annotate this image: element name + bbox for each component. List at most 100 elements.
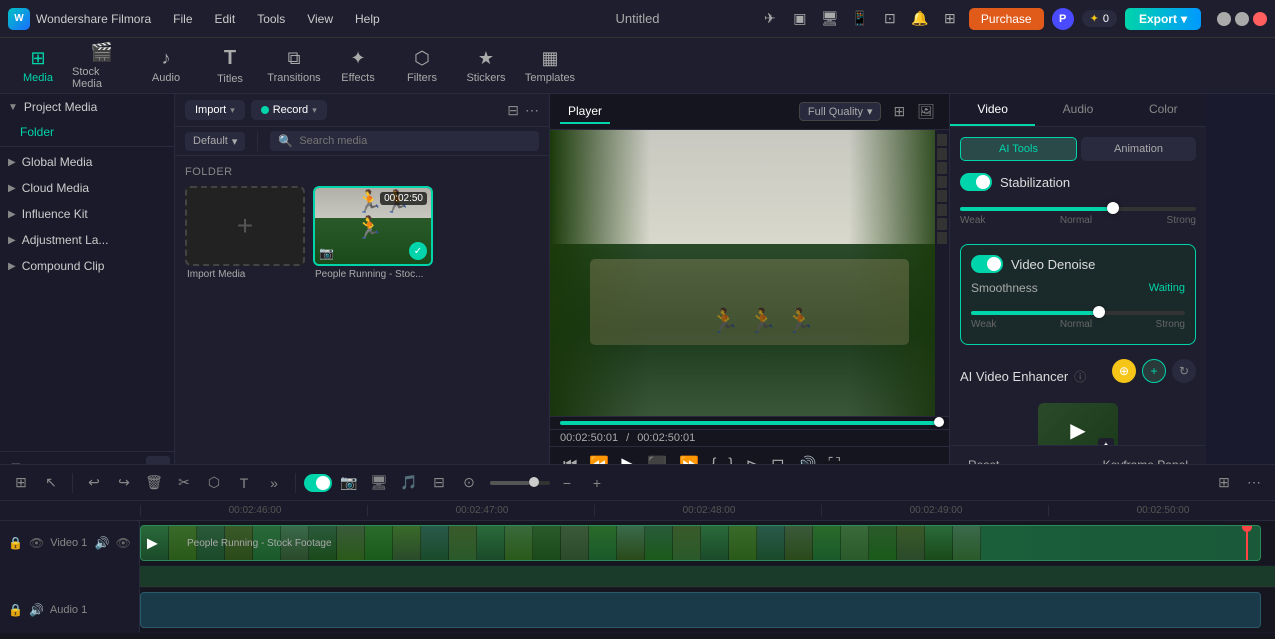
tl-minus-btn[interactable]: −: [554, 470, 580, 496]
tl-motion-btn[interactable]: ⬡: [201, 470, 227, 496]
maximize-button[interactable]: [1235, 12, 1249, 26]
menu-tools[interactable]: Tools: [247, 8, 295, 30]
import-button[interactable]: Import ▾: [185, 100, 245, 120]
export-button[interactable]: Export ▾: [1125, 8, 1201, 30]
toolbar-titles[interactable]: T Titles: [200, 41, 260, 91]
toolbar-effects[interactable]: ✦ Effects: [328, 41, 388, 91]
section-global-media[interactable]: ▶ Global Media: [0, 149, 174, 175]
main-layout: ▼ Project Media Folder ▶ Global Media ▶ …: [0, 94, 1275, 484]
record-button[interactable]: Record ▾: [251, 100, 327, 120]
enhance-icon: ✦: [1098, 438, 1114, 445]
send-icon[interactable]: ✈: [759, 8, 781, 30]
tab-color[interactable]: Color: [1121, 94, 1206, 126]
purchase-button[interactable]: Purchase: [969, 8, 1044, 30]
tl-cursor-btn[interactable]: ↖: [38, 470, 64, 496]
tl-grid-btn[interactable]: ⊞: [8, 470, 34, 496]
section-compound[interactable]: ▶ Compound Clip: [0, 253, 174, 279]
slider-thumb[interactable]: [1093, 306, 1105, 318]
tl-redo-btn[interactable]: ↪: [111, 470, 137, 496]
toolbar-filters[interactable]: ⬡ Filters: [392, 41, 452, 91]
search-input[interactable]: [299, 135, 531, 147]
progress-bar[interactable]: [560, 421, 939, 425]
video-clip[interactable]: ▶: [140, 525, 1261, 561]
slider-track[interactable]: [971, 311, 1185, 315]
tl-undo-btn[interactable]: ↩: [81, 470, 107, 496]
denoise-toggle[interactable]: [971, 255, 1003, 273]
tl-toggle[interactable]: [304, 474, 332, 492]
stabilization-toggle[interactable]: [960, 173, 992, 191]
enhance-plus-btn[interactable]: +: [1142, 359, 1166, 383]
device-icon[interactable]: ▣: [789, 8, 811, 30]
tl-text-btn[interactable]: T: [231, 470, 257, 496]
enhance-refresh-btn[interactable]: ↻: [1172, 359, 1196, 383]
running-video-item[interactable]: 🏃🏃🏃 00:02:50 📷 ✓ People Running - Stoc..…: [313, 186, 433, 283]
tl-more-btn[interactable]: »: [261, 470, 287, 496]
more-options-icon[interactable]: ⋯: [525, 102, 539, 119]
default-select[interactable]: Default ▾: [185, 132, 245, 151]
info-icon[interactable]: ⓘ: [1074, 368, 1086, 385]
toolbar-media[interactable]: ⊞ Media: [8, 41, 68, 91]
slider-thumb[interactable]: [1107, 202, 1119, 214]
tl-layout-btn[interactable]: ⊞: [1211, 470, 1237, 496]
tl-cut-btn[interactable]: ✂: [171, 470, 197, 496]
player-tab[interactable]: Player: [560, 100, 610, 124]
monitor-icon[interactable]: 🖥: [819, 8, 841, 30]
enhance-add-btn[interactable]: ⊕: [1112, 359, 1136, 383]
toolbar-stock-media[interactable]: 🎬 Stock Media: [72, 41, 132, 91]
bell-icon[interactable]: 🔔: [909, 8, 931, 30]
quality-select[interactable]: Full Quality ▾: [799, 102, 882, 121]
tl-more-actions-btn[interactable]: ⋯: [1241, 470, 1267, 496]
tl-audio-add-btn[interactable]: 🎵: [396, 470, 422, 496]
phone-icon[interactable]: 📱: [849, 8, 871, 30]
tl-speed-icon[interactable]: ⊙: [456, 470, 482, 496]
image-view-btn[interactable]: 🖼: [913, 101, 939, 122]
menu-help[interactable]: Help: [345, 8, 390, 30]
section-adjustment[interactable]: ▶ Adjustment La...: [0, 227, 174, 253]
folder-item[interactable]: Folder: [0, 120, 174, 144]
minimize-button[interactable]: [1217, 12, 1231, 26]
animation-btn[interactable]: Animation: [1081, 137, 1196, 161]
tab-video[interactable]: Video: [950, 94, 1035, 126]
section-influence-kit[interactable]: ▶ Influence Kit: [0, 201, 174, 227]
eye2-icon[interactable]: 👁: [116, 536, 131, 550]
ai-tools-btn[interactable]: AI Tools: [960, 137, 1077, 161]
tab-audio[interactable]: Audio: [1035, 94, 1120, 126]
grid-icon[interactable]: ⊞: [939, 8, 961, 30]
smoothness-row: Smoothness Waiting: [971, 281, 1185, 295]
import-media-item[interactable]: + Import Media: [185, 186, 305, 283]
toolbar-audio[interactable]: ♪ Audio: [136, 41, 196, 91]
tl-cam-btn[interactable]: 📷: [336, 470, 362, 496]
toolbar-templates[interactable]: ▦ Templates: [520, 41, 580, 91]
speed-track[interactable]: [490, 481, 550, 485]
video-track-label: 🔒 👁 Video 1 🔊 👁: [0, 521, 140, 565]
toolbar-transitions[interactable]: ⧉ Transitions: [264, 41, 324, 91]
menu-edit[interactable]: Edit: [205, 8, 246, 30]
export-dropdown-arrow[interactable]: ▾: [1181, 12, 1187, 26]
toolbar-stickers[interactable]: ★ Stickers: [456, 41, 516, 91]
progress-thumb[interactable]: [934, 417, 944, 427]
audio-icon[interactable]: 🔊: [95, 536, 110, 550]
audio-track-name: Audio 1: [50, 604, 87, 616]
section-project-media[interactable]: ▼ Project Media: [0, 94, 174, 120]
close-button[interactable]: [1253, 12, 1267, 26]
time-mark: 00:02:49:00: [821, 505, 1048, 516]
menu-file[interactable]: File: [163, 8, 202, 30]
filter-icon[interactable]: ⊟: [507, 102, 519, 119]
audio-mute-icon[interactable]: 🔊: [29, 603, 44, 617]
tl-delete-btn[interactable]: 🗑: [141, 470, 167, 496]
slider-track[interactable]: [960, 207, 1196, 211]
tl-screen-btn[interactable]: 🖥: [366, 470, 392, 496]
tl-add-btn[interactable]: +: [584, 470, 610, 496]
tl-split-btn[interactable]: ⊟: [426, 470, 452, 496]
menu-view[interactable]: View: [297, 8, 343, 30]
cast-icon[interactable]: ⊡: [879, 8, 901, 30]
enhancer-label: AI Video Enhancer: [960, 369, 1068, 384]
video-track-eye-icon[interactable]: 👁: [29, 536, 44, 550]
audio-clip[interactable]: [140, 592, 1261, 628]
profile-avatar[interactable]: P: [1052, 8, 1074, 30]
grid-view-btn[interactable]: ⊞: [889, 101, 909, 122]
section-cloud-media[interactable]: ▶ Cloud Media: [0, 175, 174, 201]
time-mark: 00:02:47:00: [367, 505, 594, 516]
frame-thumb: [561, 526, 589, 560]
speed-thumb[interactable]: [529, 477, 539, 487]
